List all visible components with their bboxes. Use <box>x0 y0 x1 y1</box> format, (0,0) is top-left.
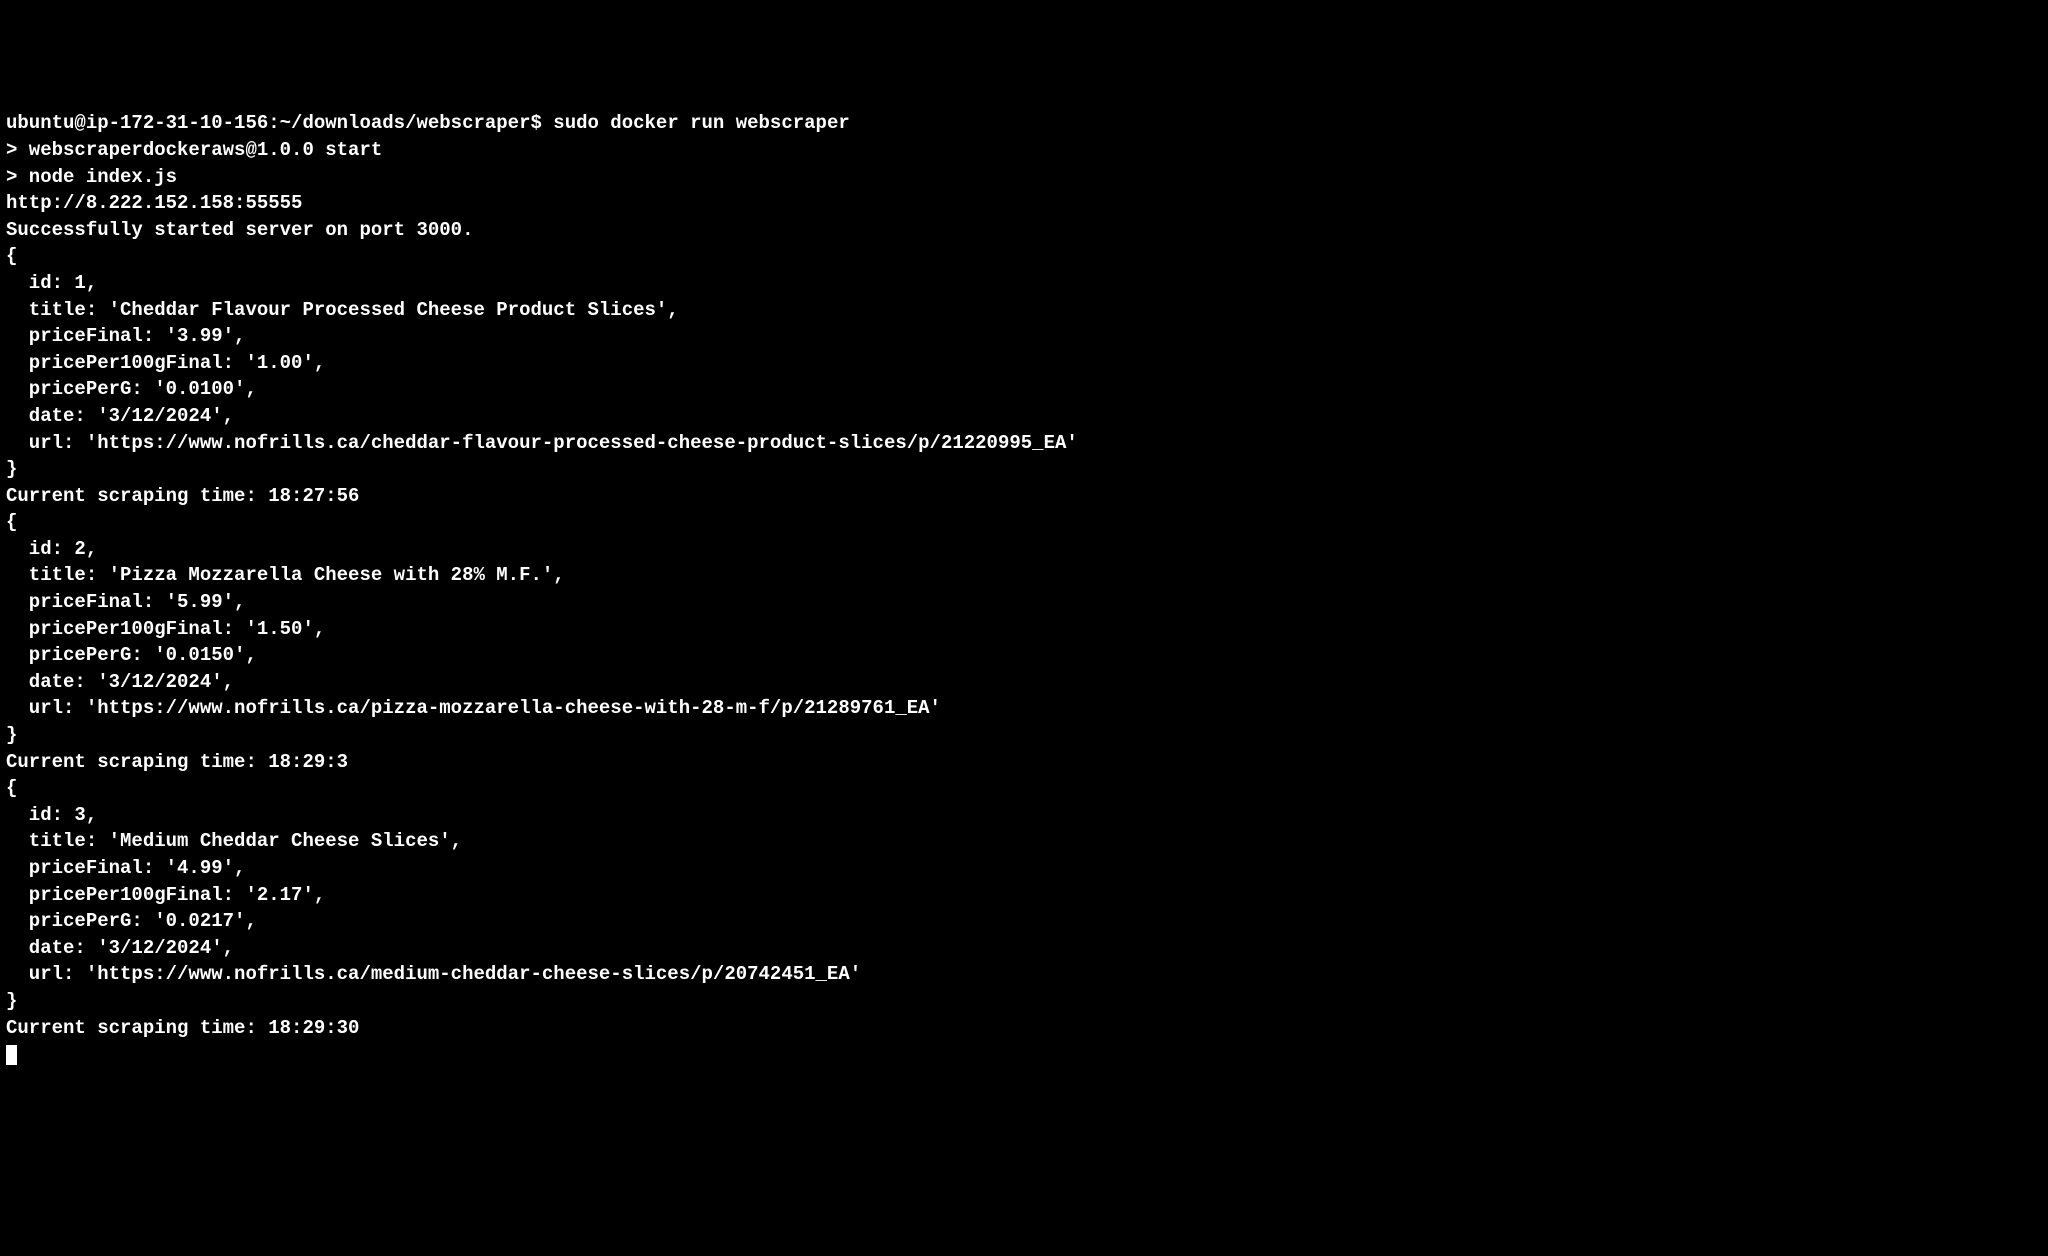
proxy-url-line: http://8.222.152.158:55555 <box>6 190 2042 217</box>
object-field-price-per-100g: pricePer100gFinal: '1.00', <box>6 350 2042 377</box>
object-field-price-final: priceFinal: '4.99', <box>6 855 2042 882</box>
object-field-title: title: 'Medium Cheddar Cheese Slices', <box>6 828 2042 855</box>
shell-prompt: ubuntu@ip-172-31-10-156:~/downloads/webs… <box>6 112 553 134</box>
object-field-id: id: 1, <box>6 270 2042 297</box>
object-field-price-final: priceFinal: '5.99', <box>6 589 2042 616</box>
server-start-line: Successfully started server on port 3000… <box>6 217 2042 244</box>
shell-prompt-line: ubuntu@ip-172-31-10-156:~/downloads/webs… <box>6 110 2042 137</box>
terminal-window[interactable]: ubuntu@ip-172-31-10-156:~/downloads/webs… <box>6 110 2042 1067</box>
object-close: } <box>6 456 2042 483</box>
object-field-date: date: '3/12/2024', <box>6 669 2042 696</box>
object-field-price-final: priceFinal: '3.99', <box>6 323 2042 350</box>
object-field-price-per-g: pricePerG: '0.0150', <box>6 642 2042 669</box>
object-open: { <box>6 775 2042 802</box>
object-field-price-per-100g: pricePer100gFinal: '1.50', <box>6 616 2042 643</box>
cursor-icon <box>6 1045 17 1065</box>
object-field-url: url: 'https://www.nofrills.ca/pizza-mozz… <box>6 695 2042 722</box>
node-exec-line: > node index.js <box>6 164 2042 191</box>
object-open: { <box>6 243 2042 270</box>
shell-command: sudo docker run webscraper <box>553 112 849 134</box>
object-field-date: date: '3/12/2024', <box>6 935 2042 962</box>
object-open: { <box>6 509 2042 536</box>
npm-start-line: > webscraperdockeraws@1.0.0 start <box>6 137 2042 164</box>
object-field-date: date: '3/12/2024', <box>6 403 2042 430</box>
object-close: } <box>6 722 2042 749</box>
object-field-url: url: 'https://www.nofrills.ca/cheddar-fl… <box>6 430 2042 457</box>
object-field-url: url: 'https://www.nofrills.ca/medium-che… <box>6 961 2042 988</box>
scraping-time-line: Current scraping time: 18:29:3 <box>6 749 2042 776</box>
object-field-id: id: 3, <box>6 802 2042 829</box>
object-field-price-per-g: pricePerG: '0.0100', <box>6 376 2042 403</box>
object-field-id: id: 2, <box>6 536 2042 563</box>
object-field-price-per-100g: pricePer100gFinal: '2.17', <box>6 882 2042 909</box>
scraping-time-line: Current scraping time: 18:27:56 <box>6 483 2042 510</box>
object-field-price-per-g: pricePerG: '0.0217', <box>6 908 2042 935</box>
object-field-title: title: 'Cheddar Flavour Processed Cheese… <box>6 297 2042 324</box>
scraping-time-line: Current scraping time: 18:29:30 <box>6 1015 2042 1042</box>
object-close: } <box>6 988 2042 1015</box>
object-field-title: title: 'Pizza Mozzarella Cheese with 28%… <box>6 562 2042 589</box>
